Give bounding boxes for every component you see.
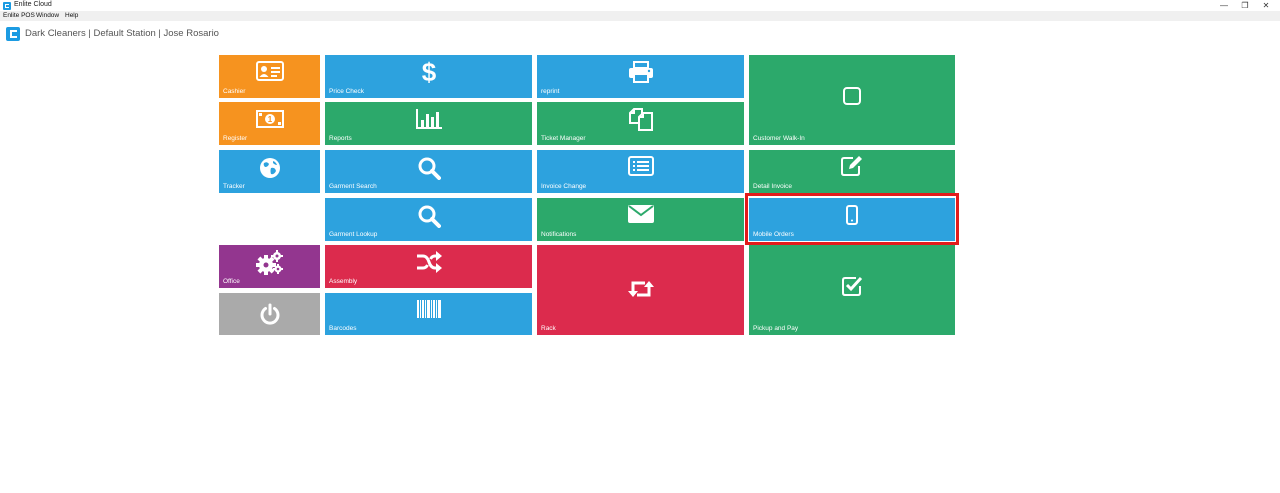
copy-icon [628, 108, 653, 131]
customer-walk-in-label: Customer Walk-In [753, 135, 805, 142]
tracker-label: Tracker [223, 183, 245, 190]
station-info: Dark Cleaners | Default Station | Jose R… [25, 28, 219, 39]
assembly-tile[interactable]: Assembly [325, 245, 532, 288]
app-logo-icon [3, 2, 11, 10]
menu-item-window[interactable]: Window [36, 12, 59, 19]
search-icon [418, 157, 441, 180]
garment-search-tile[interactable]: Garment Search [325, 150, 532, 193]
square-icon [843, 87, 861, 105]
rack-tile[interactable]: Rack [537, 245, 744, 335]
barcodes-label: Barcodes [329, 325, 357, 332]
garment-search-label: Garment Search [329, 183, 377, 190]
check-square-icon [842, 276, 863, 296]
tracker-tile[interactable]: Tracker [219, 150, 320, 193]
close-button[interactable]: ✕ [1252, 0, 1280, 11]
garment-lookup-tile[interactable]: Garment Lookup [325, 198, 532, 241]
list-alt-icon [627, 156, 654, 176]
svg-text:$: $ [421, 59, 436, 85]
price-check-label: Price Check [329, 88, 365, 95]
price-check-tile[interactable]: $ Price Check [325, 55, 532, 98]
shuffle-icon [416, 251, 442, 273]
menu-bar: Enlite POS Window Help [0, 11, 1280, 21]
notifications-tile[interactable]: Notifications [537, 198, 744, 241]
garment-lookup-label: Garment Lookup [329, 231, 378, 238]
app-header: Dark Cleaners | Default Station | Jose R… [0, 22, 1280, 46]
svg-text:1: 1 [267, 115, 272, 124]
rack-label: Rack [541, 325, 556, 332]
invoice-change-tile[interactable]: Invoice Change [537, 150, 744, 193]
search-icon [418, 205, 441, 228]
retweet-icon [627, 281, 654, 297]
money-bill-icon: 1 [255, 110, 284, 128]
reports-tile[interactable]: Reports [325, 102, 532, 145]
edit-icon [841, 156, 862, 176]
enlite-logo-icon [6, 27, 20, 41]
reprint-label: reprint [541, 88, 560, 95]
invoice-change-label: Invoice Change [541, 183, 587, 190]
register-label: Register [223, 135, 248, 142]
ticket-manager-label: Ticket Manager [541, 135, 586, 142]
notifications-label: Notifications [541, 231, 577, 238]
cashier-label: Cashier [223, 88, 246, 95]
cashier-tile[interactable]: Cashier [219, 55, 320, 98]
gears-icon [255, 250, 283, 275]
barcode-icon [416, 300, 441, 318]
envelope-icon [627, 205, 654, 223]
register-tile[interactable]: 1 Register [219, 102, 320, 145]
window-title: Enlite Cloud [14, 1, 52, 8]
id-card-icon [255, 61, 284, 81]
bar-chart-icon [415, 109, 442, 129]
power-tile[interactable] [219, 293, 320, 335]
detail-invoice-label: Detail Invoice [753, 183, 793, 190]
barcodes-tile[interactable]: Barcodes [325, 293, 532, 335]
power-icon [260, 303, 279, 325]
reports-label: Reports [329, 135, 352, 142]
reprint-tile[interactable]: reprint [537, 55, 744, 98]
globe-icon [259, 158, 280, 178]
assembly-label: Assembly [329, 278, 358, 285]
menu-item-help[interactable]: Help [65, 12, 78, 19]
printer-icon [628, 61, 653, 83]
office-tile[interactable]: Office [219, 245, 320, 288]
office-label: Office [223, 278, 240, 285]
pickup-and-pay-label: Pickup and Pay [753, 325, 799, 332]
window-titlebar: Enlite Cloud — ❐ ✕ [0, 0, 1280, 11]
menu-item-enlite-pos[interactable]: Enlite POS [3, 12, 35, 19]
pickup-and-pay-tile[interactable]: Pickup and Pay [749, 245, 955, 335]
detail-invoice-tile[interactable]: Detail Invoice [749, 150, 955, 193]
ticket-manager-tile[interactable]: Ticket Manager [537, 102, 744, 145]
dollar-icon: $ [421, 59, 436, 85]
selection-highlight [745, 193, 959, 245]
customer-walk-in-tile[interactable]: Customer Walk-In [749, 55, 955, 145]
